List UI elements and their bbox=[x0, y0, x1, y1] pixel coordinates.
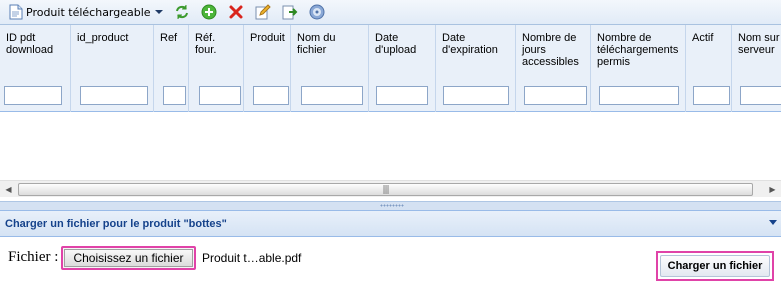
scroll-left-icon[interactable]: ◀ bbox=[0, 181, 17, 198]
product-menu-label: Produit téléchargeable bbox=[26, 5, 151, 19]
column-header[interactable]: ID pdt download bbox=[0, 25, 71, 77]
filter-input[interactable] bbox=[376, 86, 428, 105]
column-label: Actif bbox=[692, 32, 714, 44]
filter-input[interactable] bbox=[301, 86, 363, 105]
upload-file-label: Charger un fichier bbox=[660, 255, 770, 277]
filter-cell bbox=[244, 77, 291, 112]
filter-input[interactable] bbox=[80, 86, 148, 105]
scrollbar-thumb[interactable]: ||| bbox=[18, 183, 753, 196]
filter-cell bbox=[686, 77, 732, 112]
product-menu[interactable]: Produit téléchargeable bbox=[6, 2, 166, 23]
panel-title: Charger un fichier pour le produit "bott… bbox=[5, 217, 227, 230]
panel-splitter[interactable] bbox=[0, 201, 781, 210]
column-header[interactable]: Date d'upload bbox=[369, 25, 436, 77]
refresh-button[interactable] bbox=[171, 2, 193, 23]
column-header[interactable]: Réf. four. bbox=[189, 25, 244, 77]
column-label: id_product bbox=[77, 32, 129, 44]
column-header[interactable]: Actif bbox=[686, 25, 732, 77]
add-button[interactable] bbox=[198, 2, 220, 23]
choose-file-button[interactable]: Choisissez un fichier bbox=[61, 246, 196, 270]
column-label: Ref bbox=[160, 32, 178, 44]
splitter-grip-icon bbox=[380, 204, 404, 207]
upload-panel-body: Fichier : Choisissez un fichier Produit … bbox=[0, 237, 781, 287]
column-label: Nom sur serveur bbox=[738, 32, 780, 56]
column-header[interactable]: Nombre de jours accessibles bbox=[516, 25, 591, 77]
filter-cell bbox=[732, 77, 781, 112]
selected-file-name: Produit t…able.pdf bbox=[202, 251, 302, 265]
column-label: ID pdt download bbox=[6, 32, 54, 56]
file-label: Fichier : bbox=[8, 249, 59, 265]
chevron-down-icon bbox=[154, 10, 163, 14]
scroll-right-icon[interactable]: ▶ bbox=[764, 181, 781, 198]
column-label: Date d'expiration bbox=[442, 32, 498, 56]
edit-icon bbox=[255, 4, 271, 20]
column-label: Produit bbox=[250, 32, 285, 44]
filter-input[interactable] bbox=[4, 86, 62, 105]
filter-input[interactable] bbox=[524, 86, 587, 105]
refresh-icon bbox=[175, 5, 188, 19]
choose-file-label: Choisissez un fichier bbox=[64, 249, 193, 267]
export-button[interactable] bbox=[279, 2, 301, 23]
column-header[interactable]: Produit bbox=[244, 25, 291, 77]
column-header[interactable]: Nom sur serveur bbox=[732, 25, 781, 77]
filter-cell bbox=[369, 77, 436, 112]
filter-cell bbox=[516, 77, 591, 112]
column-header[interactable]: Nombre de téléchargements permis bbox=[591, 25, 686, 77]
filter-cell bbox=[189, 77, 244, 112]
edit-button[interactable] bbox=[252, 2, 274, 23]
delete-icon bbox=[229, 5, 243, 19]
help-icon bbox=[309, 4, 325, 20]
filter-cell bbox=[436, 77, 516, 112]
column-header[interactable]: id_product bbox=[71, 25, 154, 77]
filter-cell bbox=[591, 77, 686, 112]
filter-input[interactable] bbox=[599, 86, 679, 105]
toolbar: Produit téléchargeable bbox=[0, 0, 781, 25]
filter-cell bbox=[71, 77, 154, 112]
upload-file-button[interactable]: Charger un fichier bbox=[656, 251, 774, 281]
filter-cell bbox=[291, 77, 369, 112]
column-label: Réf. four. bbox=[195, 32, 217, 56]
filter-input[interactable] bbox=[740, 86, 781, 105]
filter-input[interactable] bbox=[199, 86, 241, 105]
filter-input[interactable] bbox=[163, 86, 186, 105]
column-header[interactable]: Nom du fichier bbox=[291, 25, 369, 77]
grid-header: ID pdt download id_product Ref Réf. four… bbox=[0, 25, 781, 112]
column-header[interactable]: Date d'expiration bbox=[436, 25, 516, 77]
help-button[interactable] bbox=[306, 2, 328, 23]
column-label: Date d'upload bbox=[375, 32, 417, 56]
delete-button[interactable] bbox=[225, 2, 247, 23]
column-label: Nombre de jours accessibles bbox=[522, 32, 579, 68]
filter-input[interactable] bbox=[693, 86, 730, 105]
filter-input[interactable] bbox=[443, 86, 509, 105]
filter-cell bbox=[0, 77, 71, 112]
filter-input[interactable] bbox=[253, 86, 289, 105]
column-header[interactable]: Ref bbox=[154, 25, 189, 77]
add-icon bbox=[201, 4, 217, 20]
upload-panel-header: Charger un fichier pour le produit "bott… bbox=[0, 210, 781, 237]
grip-icon: ||| bbox=[382, 184, 389, 195]
export-icon bbox=[282, 5, 297, 20]
chevron-down-icon[interactable] bbox=[769, 220, 777, 225]
filter-cell bbox=[154, 77, 189, 112]
document-icon bbox=[9, 4, 23, 20]
downloads-grid: ID pdt download id_product Ref Réf. four… bbox=[0, 25, 781, 180]
column-label: Nom du fichier bbox=[297, 32, 336, 56]
column-label: Nombre de téléchargements permis bbox=[597, 32, 679, 68]
horizontal-scrollbar[interactable]: ◀ ||| ▶ bbox=[0, 180, 781, 197]
